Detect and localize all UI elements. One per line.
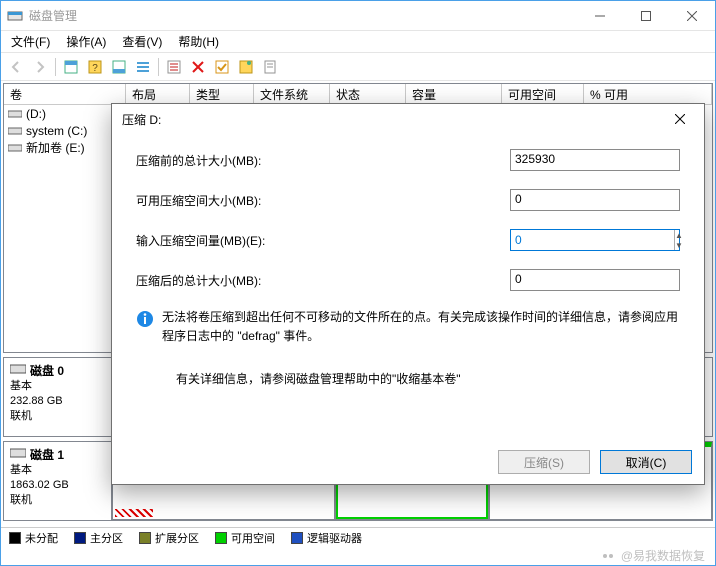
field-total-before: 压缩前的总计大小(MB): 325930: [136, 140, 680, 180]
titlebar: 磁盘管理: [1, 1, 715, 31]
legend-item: 逻辑驱动器: [291, 530, 362, 546]
dialog-close-button[interactable]: [660, 106, 700, 132]
toolbar-help-icon[interactable]: ?: [84, 56, 106, 78]
minimize-button[interactable]: [577, 1, 623, 31]
column-capacity[interactable]: 容量: [406, 84, 502, 104]
column-filesystem[interactable]: 文件系统: [254, 84, 330, 104]
menubar: 文件(F) 操作(A) 查看(V) 帮助(H): [1, 31, 715, 53]
disk-management-window: 磁盘管理 文件(F) 操作(A) 查看(V) 帮助(H) ? 卷 布局 类型 文…: [0, 0, 716, 566]
spinner-up[interactable]: ▲: [675, 230, 683, 240]
legend-label: 可用空间: [231, 530, 275, 546]
svg-text:?: ?: [92, 63, 98, 74]
field-label: 输入压缩空间量(MB)(E):: [136, 232, 510, 249]
column-type[interactable]: 类型: [190, 84, 254, 104]
field-label: 压缩后的总计大小(MB):: [136, 272, 510, 289]
toolbar-view-bottom[interactable]: [108, 56, 130, 78]
dialog-info-text: 无法将卷压缩到超出任何不可移动的文件所在的点。有关完成该操作时间的详细信息，请参…: [162, 308, 680, 346]
dialog-button-row: 压缩(S) 取消(C): [112, 440, 704, 484]
disk-kind: 基本: [10, 463, 105, 478]
legend-swatch: [74, 532, 86, 544]
toolbar-list-icon[interactable]: [132, 56, 154, 78]
legend-swatch: [215, 532, 227, 544]
volume-name: (D:): [26, 107, 46, 121]
forward-button: [29, 56, 51, 78]
maximize-button[interactable]: [623, 1, 669, 31]
volume-name: 新加卷 (E:): [26, 139, 85, 156]
dialog-title: 压缩 D:: [122, 111, 660, 128]
field-shrink-amount: 输入压缩空间量(MB)(E): ▲ ▼: [136, 220, 680, 260]
dialog-help-text: 有关详细信息，请参阅磁盘管理帮助中的"收缩基本卷": [136, 350, 680, 387]
volume-icon: [8, 125, 22, 137]
legend-item: 未分配: [9, 530, 58, 546]
shrink-button: 压缩(S): [498, 450, 590, 474]
column-free[interactable]: 可用空间: [502, 84, 584, 104]
disk-info: 磁盘 0 基本 232.88 GB 联机: [4, 358, 112, 436]
field-total-after: 压缩后的总计大小(MB): 0: [136, 260, 680, 300]
column-pct-free[interactable]: % 可用: [584, 84, 712, 104]
legend-swatch: [139, 532, 151, 544]
legend-label: 主分区: [90, 530, 123, 546]
legend-swatch: [9, 532, 21, 544]
legend-label: 未分配: [25, 530, 58, 546]
back-button: [5, 56, 27, 78]
legend-item: 主分区: [74, 530, 123, 546]
volume-icon: [8, 108, 22, 120]
disk-size: 232.88 GB: [10, 394, 105, 409]
toolbar-refresh-icon[interactable]: [163, 56, 185, 78]
disk-icon: [10, 363, 26, 378]
disk-icon: [10, 447, 26, 462]
volume-name: system (C:): [26, 124, 87, 138]
toolbar: ?: [1, 53, 715, 81]
legend-swatch: [291, 532, 303, 544]
disk-kind: 基本: [10, 379, 105, 394]
legend-label: 扩展分区: [155, 530, 199, 546]
cancel-button[interactable]: 取消(C): [600, 450, 692, 474]
field-available: 可用压缩空间大小(MB): 0: [136, 180, 680, 220]
field-value-total-after: 0: [510, 269, 680, 291]
disk-title: 磁盘 0: [30, 362, 64, 379]
dialog-titlebar[interactable]: 压缩 D:: [112, 104, 704, 134]
volume-list-header: 卷 布局 类型 文件系统 状态 容量 可用空间 % 可用: [4, 84, 712, 105]
legend: 未分配 主分区 扩展分区 可用空间 逻辑驱动器: [1, 527, 715, 547]
column-volume[interactable]: 卷: [4, 84, 126, 104]
dialog-body: 压缩前的总计大小(MB): 325930 可用压缩空间大小(MB): 0 输入压…: [112, 134, 704, 440]
legend-item: 扩展分区: [139, 530, 199, 546]
disk-info: 磁盘 1 基本 1863.02 GB 联机: [4, 442, 112, 520]
disk-status: 联机: [10, 409, 105, 424]
shrink-amount-input[interactable]: [511, 230, 674, 250]
close-button[interactable]: [669, 1, 715, 31]
toolbar-properties-icon[interactable]: [259, 56, 281, 78]
dialog-info-block: 无法将卷压缩到超出任何不可移动的文件所在的点。有关完成该操作时间的详细信息，请参…: [136, 300, 680, 350]
legend-item: 可用空间: [215, 530, 275, 546]
watermark: @易我数据恢复: [601, 547, 705, 564]
info-icon: [136, 310, 154, 328]
toolbar-save-icon[interactable]: [235, 56, 257, 78]
legend-label: 逻辑驱动器: [307, 530, 362, 546]
toolbar-delete-icon[interactable]: [187, 56, 209, 78]
shrink-volume-dialog: 压缩 D: 压缩前的总计大小(MB): 325930 可用压缩空间大小(MB):…: [111, 103, 705, 485]
shrink-amount-spinner[interactable]: ▲ ▼: [510, 229, 680, 251]
menu-view[interactable]: 查看(V): [114, 31, 170, 52]
field-value-available: 0: [510, 189, 680, 211]
field-label: 可用压缩空间大小(MB):: [136, 192, 510, 209]
menu-file[interactable]: 文件(F): [3, 31, 58, 52]
column-layout[interactable]: 布局: [126, 84, 190, 104]
partition-hatched-indicator: [115, 509, 153, 517]
volume-icon: [8, 142, 22, 154]
spinner-down[interactable]: ▼: [675, 240, 683, 250]
disk-status: 联机: [10, 493, 105, 508]
column-status[interactable]: 状态: [330, 84, 406, 104]
disk-size: 1863.02 GB: [10, 478, 105, 493]
menu-help[interactable]: 帮助(H): [170, 31, 227, 52]
toolbar-view-top[interactable]: [60, 56, 82, 78]
menu-action[interactable]: 操作(A): [58, 31, 114, 52]
toolbar-check-icon[interactable]: [211, 56, 233, 78]
window-title: 磁盘管理: [29, 7, 577, 24]
field-value-total-before: 325930: [510, 149, 680, 171]
app-icon: [7, 8, 23, 24]
disk-title: 磁盘 1: [30, 446, 64, 463]
field-label: 压缩前的总计大小(MB):: [136, 152, 510, 169]
